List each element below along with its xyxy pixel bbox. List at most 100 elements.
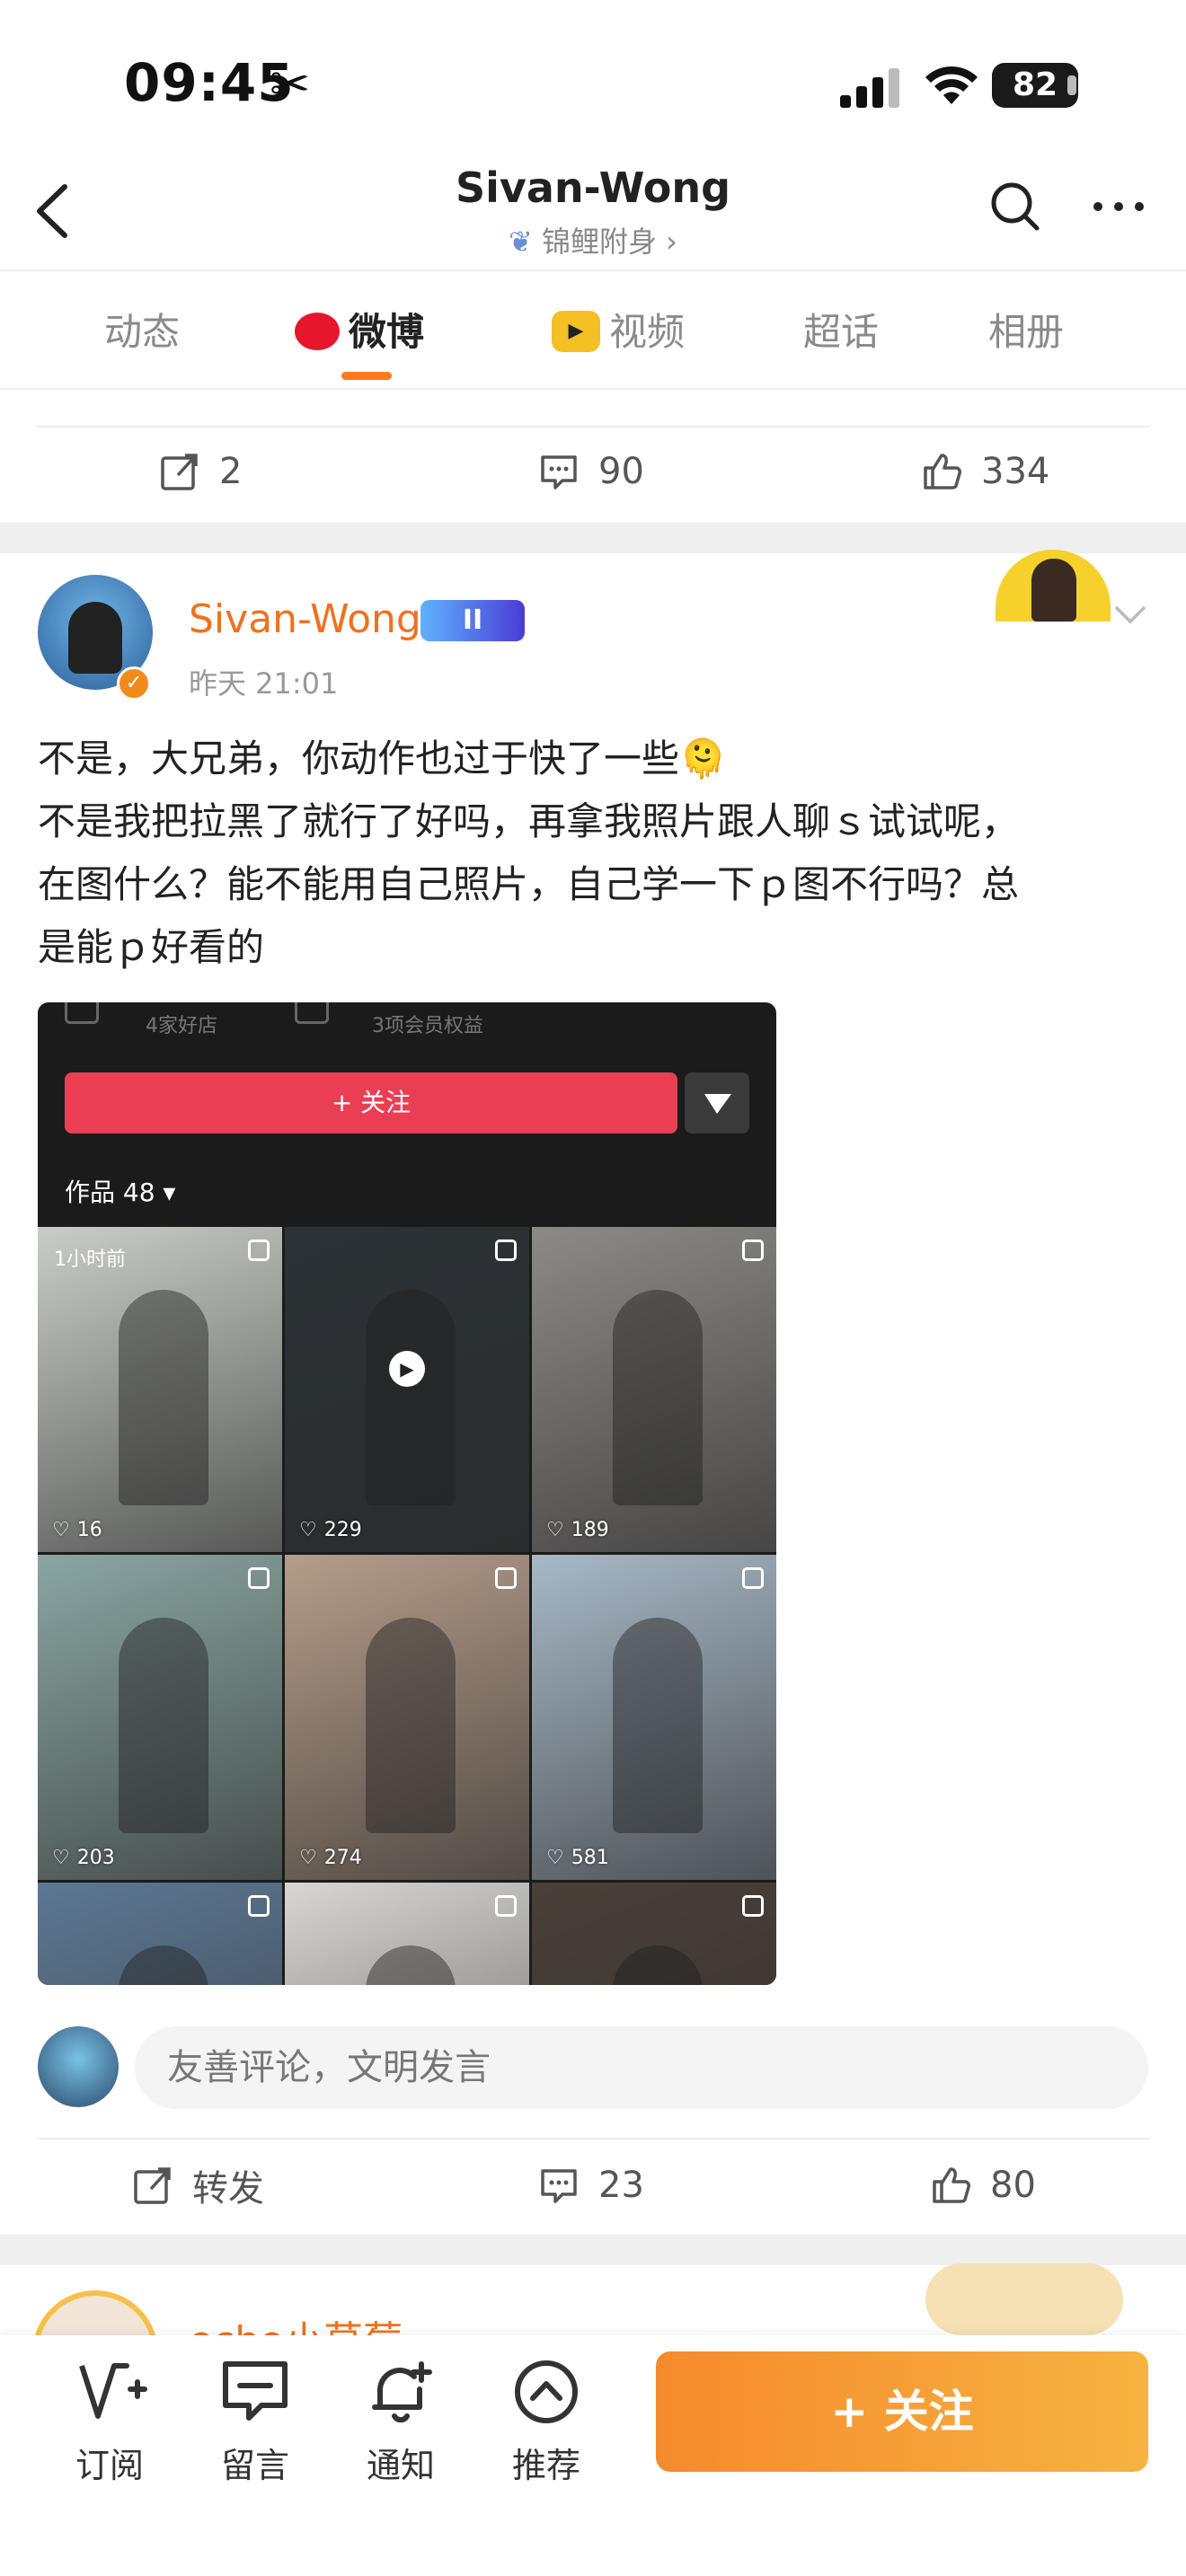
photo-likes: ♡ 274 — [299, 1847, 362, 1869]
grid-cell: ♡ 274 — [285, 1555, 529, 1880]
prev-repost-count: 2 — [219, 451, 243, 492]
current-user-avatar — [38, 2026, 119, 2107]
photo-likes: ♡ 16 — [52, 1519, 102, 1541]
notify-label: 通知 — [366, 2446, 435, 2485]
subscribe-button[interactable]: 订阅 — [56, 2353, 164, 2487]
multi-photo-icon — [495, 1567, 517, 1589]
message-button[interactable]: 留言 — [201, 2353, 309, 2487]
shot-follow-button: + 关注 — [65, 1072, 677, 1134]
profile-tabs: 动态 微博 ▶ 视频 超话 相册 — [0, 271, 1186, 388]
photo-likes-count: 581 — [571, 1847, 609, 1869]
next-post-decoration — [925, 2263, 1123, 2335]
tab-super-topic[interactable]: 超话 — [803, 302, 879, 357]
post-text-line: 不是，大兄弟，你动作也过于快了一些🫠 — [38, 737, 727, 781]
shop-icon — [65, 1002, 99, 1024]
recommend-button[interactable]: 推荐 — [492, 2353, 600, 2487]
post-text-line: 不是我把拉黑了就行了好吗，再拿我照片跟人聊ｓ试试呢， — [38, 799, 1020, 843]
send-icon — [704, 1094, 731, 1114]
comment-input[interactable]: 友善评论，文明发言 — [135, 2026, 1148, 2109]
tab-weibo[interactable]: 微博 — [295, 302, 424, 357]
prev-comment-count: 90 — [598, 451, 644, 492]
tab-video-label: 视频 — [609, 310, 686, 354]
heart-icon: ♡ — [299, 1847, 317, 1869]
post-actions: 转发 23 80 — [0, 2136, 1186, 2235]
photo-time-label: 1小时前 — [54, 1248, 126, 1271]
photo-subject — [366, 1945, 456, 1985]
post-image[interactable]: 4家好店 3项会员权益 + 关注 作品 48 ▾ 1小时前 ♡ 16 ♡ 229 ▶ ♡… — [38, 1002, 776, 1985]
play-icon: ▶ — [389, 1351, 425, 1387]
multi-photo-icon — [248, 1895, 270, 1917]
avatar-figure — [68, 602, 122, 674]
photo-subject — [366, 1618, 456, 1833]
photo-subject — [613, 1618, 703, 1833]
comment-button[interactable]: 23 — [537, 2136, 644, 2235]
post-time: 昨天 21:01 — [189, 666, 339, 701]
verified-badge-icon: ✓ — [117, 666, 151, 701]
photo-subject — [119, 1618, 208, 1833]
photo-subject — [119, 1290, 208, 1505]
search-icon[interactable] — [988, 180, 1042, 234]
photo-subject — [613, 1290, 703, 1505]
prev-repost-button[interactable]: 2 — [158, 422, 242, 521]
grid-cell — [38, 1883, 282, 1985]
subscribe-label: 订阅 — [75, 2446, 144, 2485]
weibo-logo-icon — [295, 312, 340, 350]
photo-likes-count: 203 — [76, 1847, 115, 1869]
recommend-label: 推荐 — [511, 2446, 580, 2485]
video-play-icon: ▶ — [552, 310, 600, 352]
like-count: 80 — [990, 2165, 1036, 2206]
photo-likes-count: 229 — [323, 1519, 362, 1541]
post-menu-chevron-icon[interactable] — [1112, 604, 1148, 625]
follow-button[interactable]: + 关注 — [656, 2351, 1148, 2472]
bottom-bar: 订阅 留言 通知 推荐 + 关注 — [0, 2335, 1186, 2576]
more-icon[interactable] — [1087, 180, 1150, 234]
tab-video[interactable]: ▶ 视频 — [552, 302, 685, 357]
repost-label: 转发 — [192, 2168, 264, 2210]
like-button[interactable]: 80 — [929, 2136, 1036, 2235]
heart-icon: ♡ — [52, 1847, 70, 1869]
heart-icon: ♡ — [299, 1519, 317, 1541]
multi-photo-icon — [248, 1567, 270, 1589]
decoration-sticker — [996, 550, 1111, 622]
comment-icon — [541, 2169, 577, 2203]
heart-icon: ♡ — [546, 1847, 564, 1869]
prev-like-button[interactable]: 334 — [920, 422, 1049, 521]
tab-album[interactable]: 相册 — [988, 302, 1064, 357]
photo-likes-count: 274 — [323, 1847, 362, 1869]
active-tab-indicator — [341, 372, 392, 380]
member-level-badge: II — [420, 600, 525, 641]
battery-tip — [1067, 75, 1076, 95]
scissors-icon: ✂ — [270, 56, 311, 112]
message-label: 留言 — [220, 2446, 289, 2485]
status-bar: 09:45 ✂ 82 — [0, 0, 1186, 162]
grid-cell — [532, 1883, 776, 1985]
multi-photo-icon — [248, 1239, 270, 1261]
prev-comment-button[interactable]: 90 — [537, 422, 644, 521]
grid-cell: 1小时前 ♡ 16 — [38, 1227, 282, 1552]
prev-post-remnant — [0, 390, 1186, 426]
grid-cell: ♡ 229 ▶ — [285, 1227, 529, 1552]
sticker-face — [1031, 559, 1076, 622]
post-author-name[interactable]: Sivan-Wong — [189, 596, 421, 642]
subscribe-icon — [79, 2363, 147, 2419]
prev-post-actions: 2 90 334 — [0, 422, 1186, 521]
shot-store-info: 4家好店 — [146, 1015, 217, 1037]
koi-icon: ❦ — [509, 225, 542, 259]
multi-photo-icon — [742, 1895, 764, 1917]
tab-weibo-label: 微博 — [349, 310, 425, 354]
comment-count: 23 — [598, 2165, 644, 2206]
heart-icon: ♡ — [546, 1519, 564, 1541]
bell-plus-icon — [372, 2361, 432, 2423]
shot-member-info: 3项会员权益 — [372, 1015, 483, 1037]
post-text-line: 是能ｐ好看的 — [38, 925, 265, 969]
notify-button[interactable]: 通知 — [347, 2353, 455, 2487]
post-separator — [0, 523, 1186, 553]
member-icon — [295, 1002, 329, 1024]
repost-icon — [134, 2167, 171, 2204]
photo-likes: ♡ 581 — [546, 1847, 609, 1869]
tab-dynamic[interactable]: 动态 — [104, 302, 180, 357]
heart-icon: ♡ — [52, 1519, 70, 1541]
photo-likes: ♡ 229 — [299, 1519, 362, 1541]
repost-button[interactable]: 转发 — [131, 2136, 264, 2235]
repost-icon — [161, 454, 198, 490]
